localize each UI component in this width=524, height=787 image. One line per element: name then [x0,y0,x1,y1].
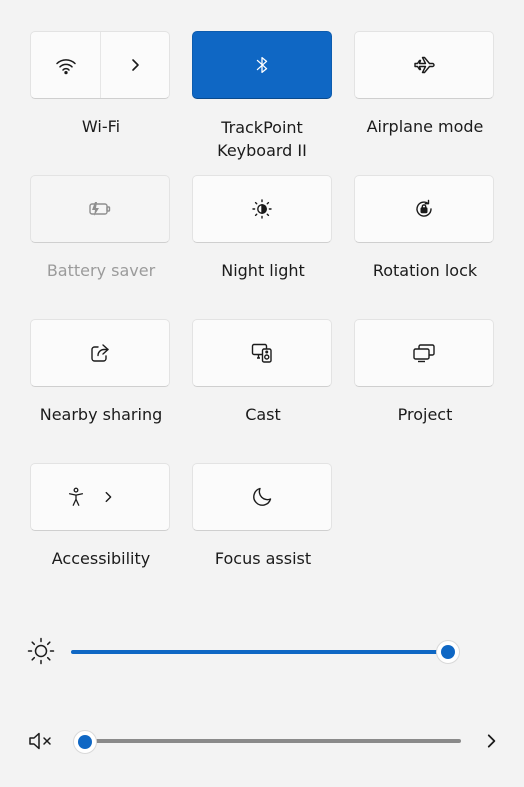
accessibility-tile[interactable] [30,463,170,531]
chevron-right-icon [105,491,112,503]
accessibility-icon [68,487,84,506]
night-light-label: Night light [221,261,305,280]
nearby-sharing-tile[interactable] [30,319,170,387]
rotation-lock-icon [416,199,432,217]
airplane-mode-label: Airplane mode [366,117,484,136]
battery-saver-label: Battery saver [46,261,156,280]
bluetooth-tile[interactable] [192,31,332,99]
night-light-tile[interactable] [192,175,332,243]
cast-icon [251,343,272,363]
wifi-toggle[interactable] [31,32,100,98]
brightness-track[interactable] [71,650,448,654]
brightness-thumb[interactable] [436,640,460,664]
chevron-right-icon[interactable] [482,732,500,750]
moon-icon [253,487,272,506]
wifi-icon [55,59,76,75]
project-tile[interactable] [354,319,494,387]
chevron-right-icon [132,59,139,71]
bluetooth-device-label: TrackPoint Keyboard II [217,118,307,160]
sun-icon [27,637,55,665]
wifi-label: Wi-Fi [81,117,121,136]
rotation-lock-label: Rotation lock [372,261,478,280]
battery-saver-tile[interactable] [30,175,170,243]
airplane-icon [414,56,435,74]
bluetooth-icon [256,57,268,73]
cast-tile[interactable] [192,319,332,387]
project-icon [413,344,435,363]
wifi-tile[interactable] [30,31,170,99]
volume-thumb[interactable] [73,730,97,754]
accessibility-label: Accessibility [51,549,151,568]
rotation-lock-tile[interactable] [354,175,494,243]
cast-label: Cast [245,405,281,424]
share-icon [91,344,109,362]
project-label: Project [397,405,453,424]
battery-saver-icon [89,202,111,216]
focus-assist-label: Focus assist [214,549,312,568]
focus-assist-tile[interactable] [192,463,332,531]
wifi-expand-button[interactable] [101,32,169,98]
volume-track[interactable] [80,739,461,743]
nearby-sharing-label: Nearby sharing [39,405,163,424]
speaker-muted-icon[interactable] [27,729,55,753]
night-light-icon [252,199,272,219]
airplane-mode-tile[interactable] [354,31,494,99]
